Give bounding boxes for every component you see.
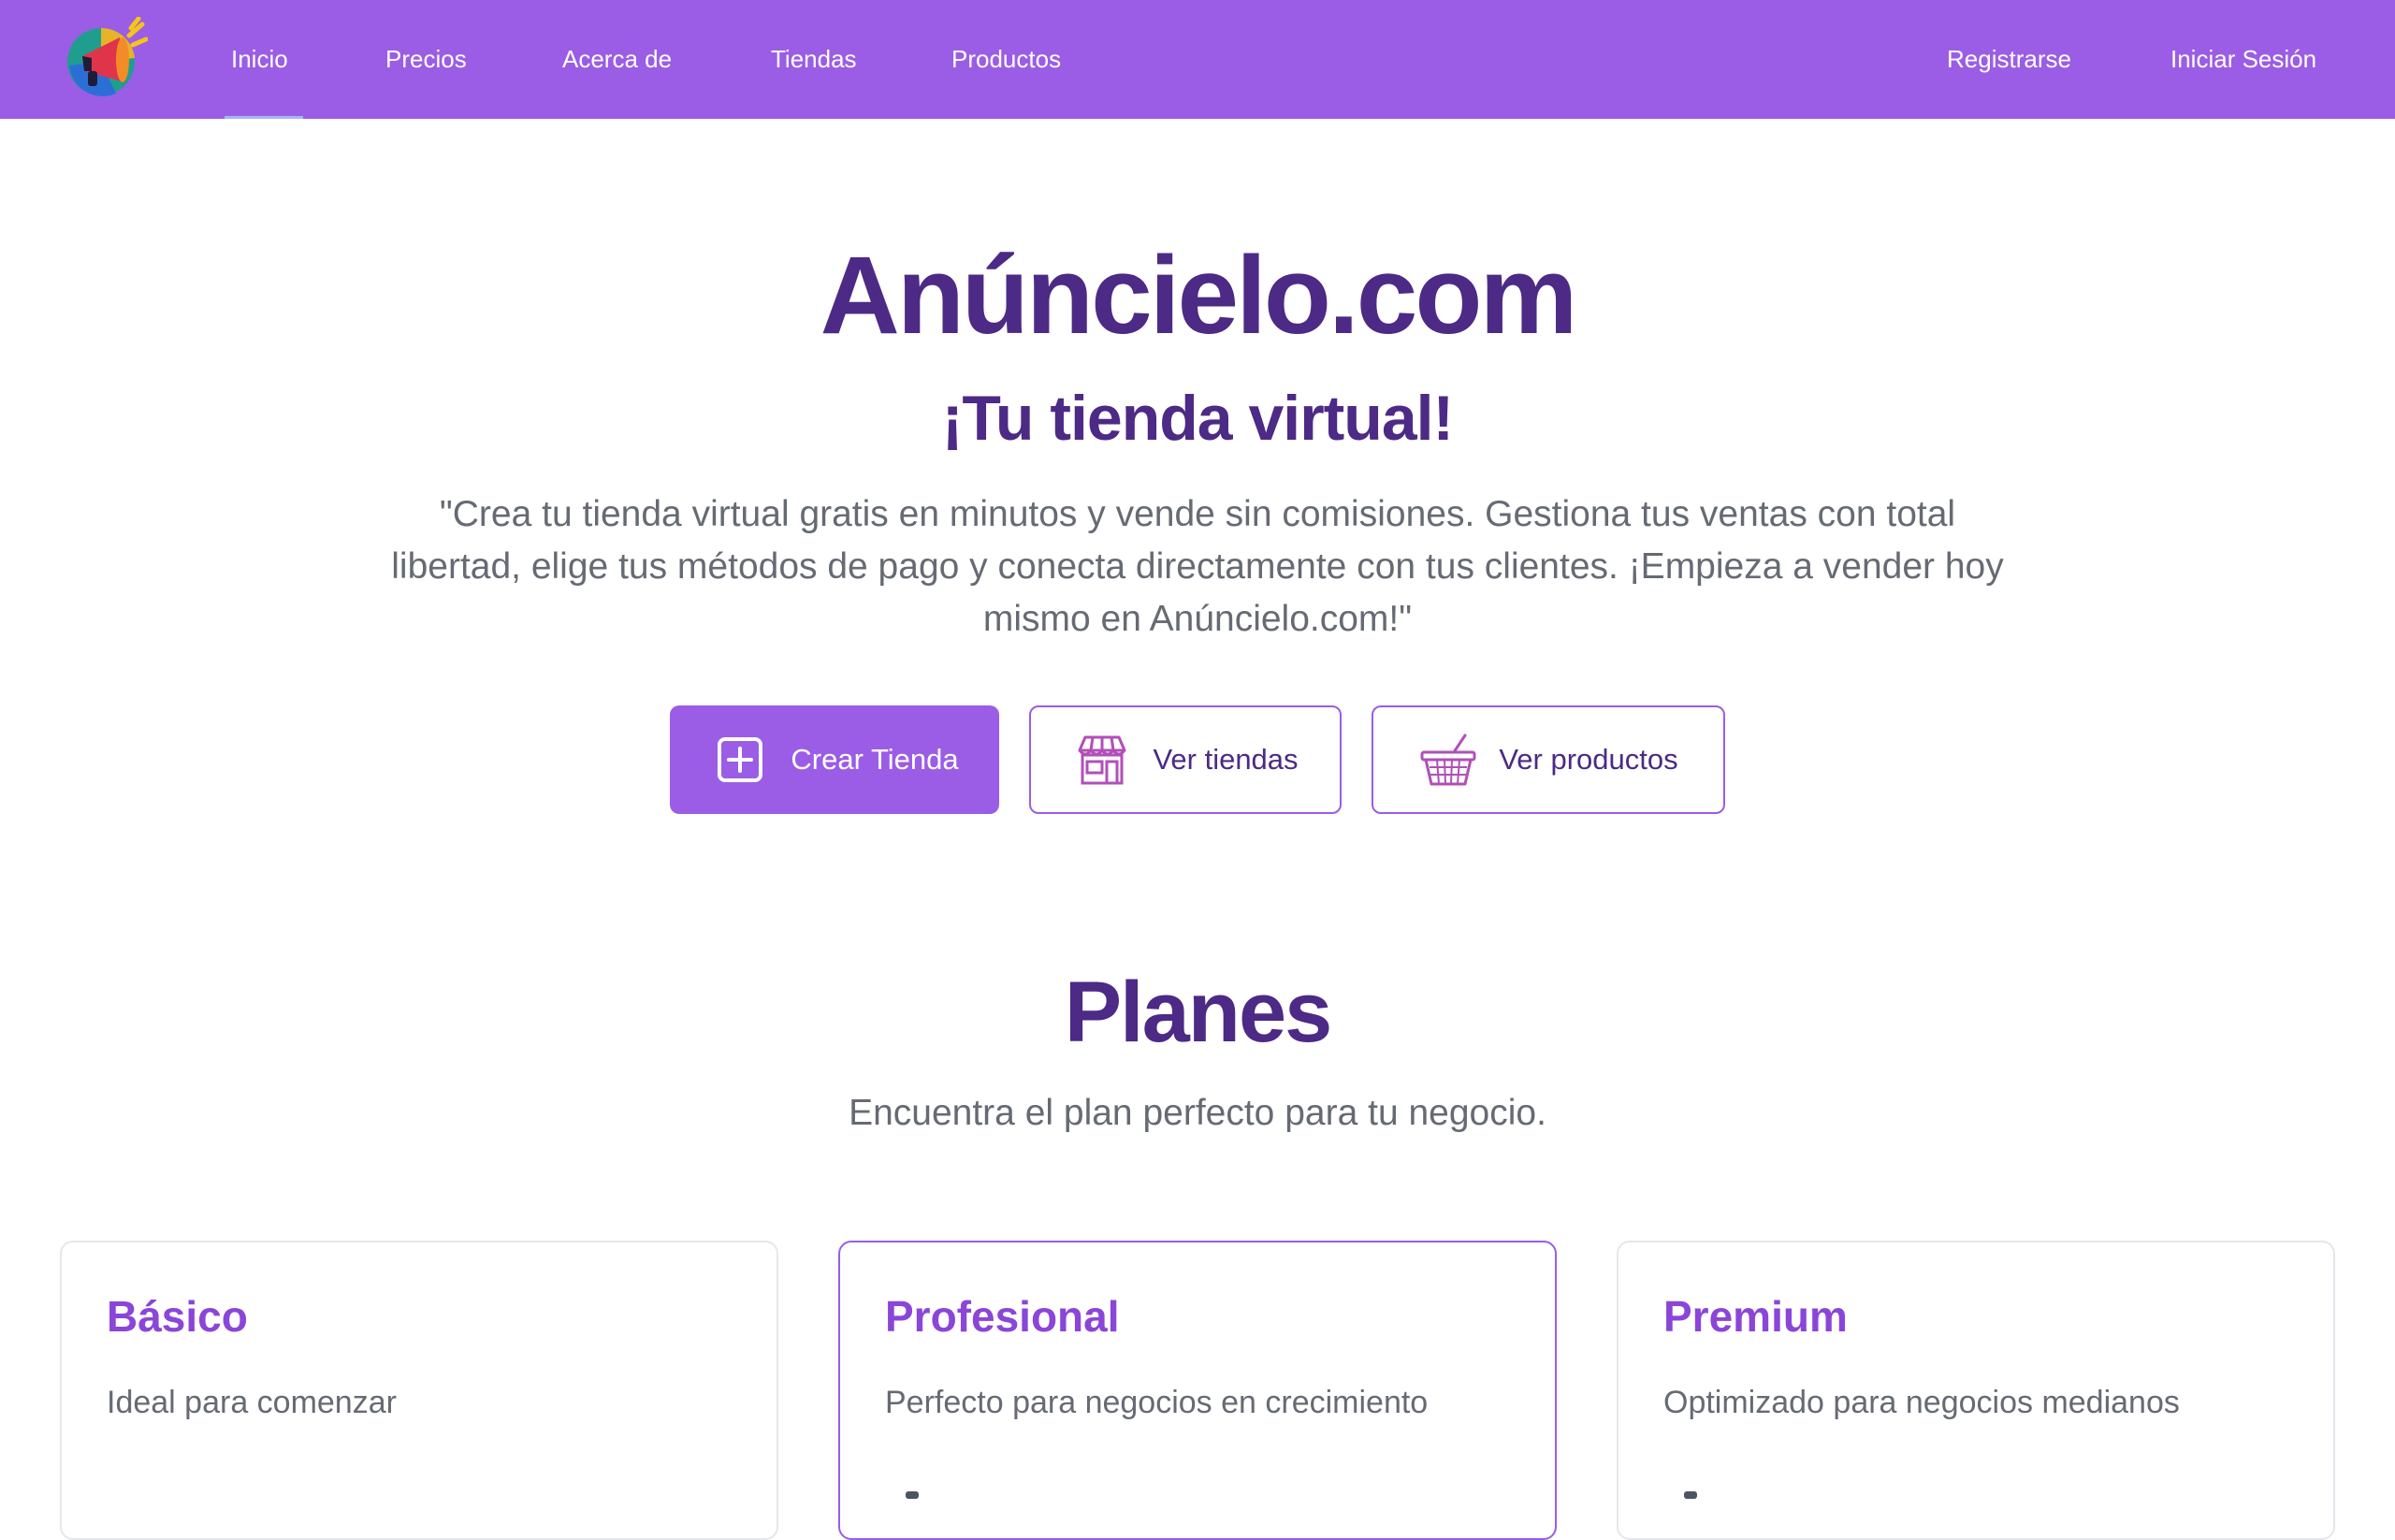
plan-description: Ideal para comenzar: [107, 1385, 397, 1420]
register-link[interactable]: Registrarse: [1947, 0, 2071, 119]
plan-description: Optimizado para negocios medianos: [1663, 1385, 2180, 1420]
create-store-label: Crear Tienda: [791, 743, 959, 776]
nav-link-precios[interactable]: Precios: [385, 0, 467, 119]
plans-subtitle: Encuentra el plan perfecto para tu negoc…: [849, 1093, 1546, 1133]
plan-name: Profesional: [885, 1292, 1120, 1341]
view-products-label: Ver productos: [1499, 743, 1678, 776]
plus-square-icon: [710, 730, 770, 790]
nav-link-inicio[interactable]: Inicio: [231, 0, 288, 119]
plan-description: Perfecto para negocios en crecimiento: [885, 1385, 1429, 1420]
login-link[interactable]: Iniciar Sesión: [2170, 0, 2316, 119]
plan-card-profesional[interactable]: Profesional Perfecto para negocios en cr…: [838, 1241, 1557, 1540]
storefront-icon: [1072, 730, 1132, 790]
hero-title: Anúncielo.com: [820, 234, 1578, 357]
create-store-button[interactable]: Crear Tienda: [670, 705, 999, 814]
view-stores-label: Ver tiendas: [1153, 743, 1299, 776]
plan-name: Premium: [1663, 1292, 1848, 1341]
hero-subtitle: ¡Tu tienda virtual!: [941, 383, 1454, 454]
hero-description: "Crea tu tienda virtual gratis en minuto…: [391, 494, 2004, 639]
top-navbar: Inicio Precios Acerca de Tiendas Product…: [0, 0, 2395, 119]
view-products-button[interactable]: Ver productos: [1372, 705, 1725, 814]
active-nav-indicator: [225, 116, 303, 119]
nav-link-acerca-de[interactable]: Acerca de: [562, 0, 672, 119]
shopping-basket-icon: [1418, 730, 1478, 790]
plan-card-basico[interactable]: Básico Ideal para comenzar: [60, 1241, 778, 1540]
plan-card-premium[interactable]: Premium Optimizado para negocios mediano…: [1617, 1241, 2335, 1540]
nav-link-productos[interactable]: Productos: [951, 0, 1061, 119]
price-peek: [906, 1491, 919, 1499]
plans-title: Planes: [1064, 965, 1333, 1060]
megaphone-logo-icon[interactable]: [60, 16, 149, 101]
price-peek: [1684, 1491, 1697, 1499]
nav-link-tiendas[interactable]: Tiendas: [771, 0, 857, 119]
plan-name: Básico: [107, 1292, 248, 1341]
view-stores-button[interactable]: Ver tiendas: [1029, 705, 1342, 814]
